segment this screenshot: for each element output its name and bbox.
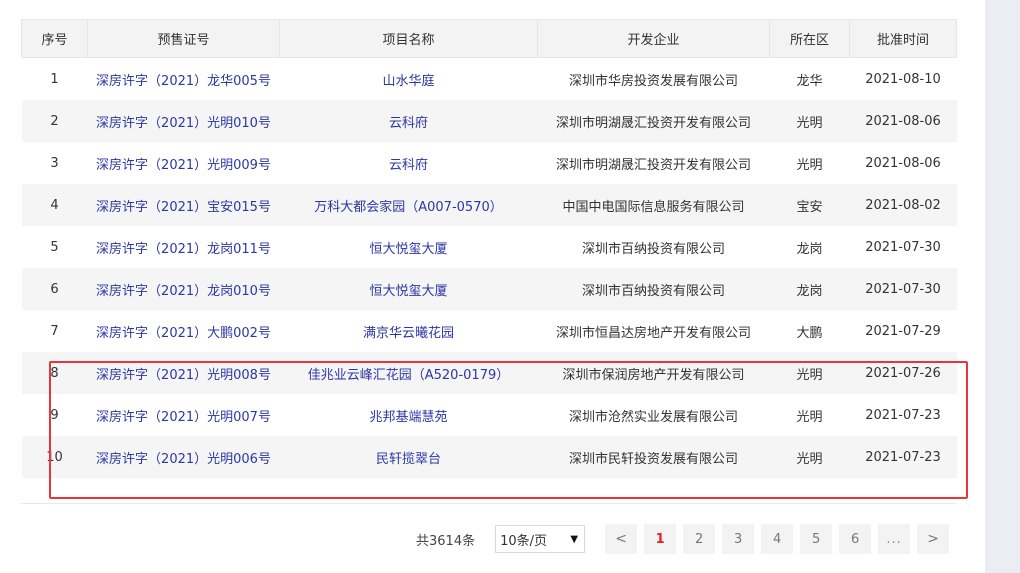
row-developer: 深圳市沧然实业发展有限公司 — [568, 409, 738, 425]
project-link[interactable]: 万科大都会家园（A007-0570） — [314, 200, 502, 215]
row-serial: 5 — [50, 239, 59, 255]
page-size-value: 10条/页 — [500, 533, 548, 549]
row-date: 2021-07-30 — [849, 268, 957, 310]
page-button-5[interactable]: 5 — [800, 524, 833, 554]
permit-link[interactable]: 深房许字（2021）光明006号 — [96, 452, 271, 467]
row-district: 光明 — [769, 100, 850, 142]
caret-down-icon: ▼ — [570, 533, 579, 545]
header-approval-date: 批准时间 — [849, 19, 957, 58]
permit-link[interactable]: 深房许字（2021）大鹏002号 — [96, 326, 271, 341]
row-date: 2021-07-30 — [865, 239, 941, 255]
row-serial: 4 — [21, 184, 88, 226]
row-serial: 9 — [50, 407, 59, 423]
header-project-name: 项目名称 — [279, 19, 538, 58]
row-district: 光明 — [796, 157, 823, 173]
project-link[interactable]: 佳兆业云峰汇花园（A520-0179） — [308, 368, 509, 383]
permit-link[interactable]: 深房许字（2021）龙岗010号 — [96, 284, 271, 299]
row-date: 2021-08-10 — [865, 71, 941, 87]
header-developer: 开发企业 — [537, 19, 770, 58]
row-district: 光明 — [796, 409, 823, 425]
row-developer: 中国中电国际信息服务有限公司 — [537, 184, 770, 226]
row-developer: 深圳市明湖晟汇投资开发有限公司 — [555, 157, 751, 173]
prev-page-button[interactable]: < — [605, 524, 638, 554]
header-district: 所在区 — [769, 19, 850, 58]
row-district: 光明 — [769, 436, 850, 478]
project-link[interactable]: 兆邦基端慧苑 — [369, 410, 447, 425]
row-serial: 6 — [21, 268, 88, 310]
row-developer: 深圳市恒昌达房地产开发有限公司 — [555, 325, 751, 341]
table-row: 7 深房许字（2021）大鹏002号 满京华云曦花园 深圳市恒昌达房地产开发有限… — [22, 310, 957, 352]
row-district: 龙岗 — [769, 268, 850, 310]
project-link[interactable]: 恒大悦玺大厦 — [369, 242, 447, 257]
row-district: 龙岗 — [796, 241, 823, 257]
project-link[interactable]: 满京华云曦花园 — [363, 326, 454, 341]
table-row: 8 深房许字（2021）光明008号 佳兆业云峰汇花园（A520-0179） 深… — [21, 352, 957, 394]
table-row: 4 深房许字（2021）宝安015号 万科大都会家园（A007-0570） 中国… — [21, 184, 957, 226]
row-date: 2021-07-29 — [865, 323, 941, 339]
more-pages-button[interactable]: ... — [878, 524, 911, 554]
row-district: 光明 — [769, 352, 850, 394]
header-serial: 序号 — [21, 19, 88, 58]
project-link[interactable]: 云科府 — [389, 158, 428, 173]
row-date: 2021-07-23 — [849, 436, 957, 478]
permit-link[interactable]: 深房许字（2021）光明009号 — [96, 158, 271, 173]
row-developer: 深圳市保润房地产开发有限公司 — [537, 352, 770, 394]
row-date: 2021-07-26 — [849, 352, 957, 394]
page-button-4[interactable]: 4 — [761, 524, 794, 554]
project-link[interactable]: 恒大悦玺大厦 — [369, 284, 447, 299]
project-link[interactable]: 云科府 — [389, 116, 428, 131]
page-button-2[interactable]: 2 — [683, 524, 716, 554]
table-row: 1 深房许字（2021）龙华005号 山水华庭 深圳市华房投资发展有限公司 龙华… — [22, 58, 957, 101]
right-gutter — [985, 0, 1020, 573]
page-button-3[interactable]: 3 — [722, 524, 755, 554]
row-developer: 深圳市百纳投资有限公司 — [537, 268, 770, 310]
table-row: 2 深房许字（2021）光明010号 云科府 深圳市明湖晟汇投资开发有限公司 光… — [21, 100, 957, 142]
table-row: 10 深房许字（2021）光明006号 民轩揽翠台 深圳市民轩投资发展有限公司 … — [21, 436, 957, 478]
row-serial: 7 — [50, 323, 59, 339]
row-serial: 3 — [50, 155, 59, 171]
permit-link[interactable]: 深房许字（2021）光明008号 — [96, 368, 271, 383]
page-size-select[interactable]: 10条/页 ▼ — [495, 525, 586, 553]
row-serial: 1 — [50, 71, 59, 87]
row-developer: 深圳市民轩投资发展有限公司 — [537, 436, 770, 478]
table-row: 9 深房许字（2021）光明007号 兆邦基端慧苑 深圳市沧然实业发展有限公司 … — [22, 394, 957, 436]
permit-link[interactable]: 深房许字（2021）龙华005号 — [96, 74, 271, 89]
total-count: 共3614条 — [416, 533, 476, 549]
table-row: 3 深房许字（2021）光明009号 云科府 深圳市明湖晟汇投资开发有限公司 光… — [22, 142, 957, 184]
next-page-button[interactable]: > — [917, 524, 950, 554]
permit-link[interactable]: 深房许字（2021）光明010号 — [96, 116, 271, 131]
row-district: 龙华 — [796, 73, 823, 89]
row-date: 2021-08-02 — [849, 184, 957, 226]
table-row: 6 深房许字（2021）龙岗010号 恒大悦玺大厦 深圳市百纳投资有限公司 龙岗… — [21, 268, 957, 310]
row-date: 2021-08-06 — [849, 100, 957, 142]
presale-permit-table: 序号 预售证号 项目名称 开发企业 所在区 批准时间 1 深房许字（2021）龙… — [21, 19, 957, 478]
row-district: 宝安 — [769, 184, 850, 226]
header-permit-no: 预售证号 — [87, 19, 280, 58]
row-district: 大鹏 — [796, 325, 823, 341]
row-date: 2021-07-23 — [865, 407, 941, 423]
row-developer: 深圳市华房投资发展有限公司 — [568, 73, 738, 89]
row-date: 2021-08-06 — [865, 155, 941, 171]
permit-link[interactable]: 深房许字（2021）宝安015号 — [96, 200, 271, 215]
table-row: 5 深房许字（2021）龙岗011号 恒大悦玺大厦 深圳市百纳投资有限公司 龙岗… — [22, 226, 957, 268]
row-serial: 2 — [21, 100, 88, 142]
row-serial: 8 — [21, 352, 88, 394]
permit-link[interactable]: 深房许字（2021）光明007号 — [96, 410, 271, 425]
pagination: 共3614条 10条/页 ▼ < 1 2 3 4 5 6 ... > — [416, 524, 956, 554]
row-developer: 深圳市明湖晟汇投资开发有限公司 — [537, 100, 770, 142]
row-developer: 深圳市百纳投资有限公司 — [581, 241, 725, 257]
table-divider — [21, 503, 956, 504]
permit-link[interactable]: 深房许字（2021）龙岗011号 — [96, 242, 271, 257]
project-link[interactable]: 民轩揽翠台 — [376, 452, 441, 467]
table-header-row: 序号 预售证号 项目名称 开发企业 所在区 批准时间 — [21, 19, 957, 58]
project-link[interactable]: 山水华庭 — [382, 74, 434, 89]
page-button-1[interactable]: 1 — [644, 524, 677, 554]
row-serial: 10 — [21, 436, 88, 478]
page-button-6[interactable]: 6 — [839, 524, 872, 554]
